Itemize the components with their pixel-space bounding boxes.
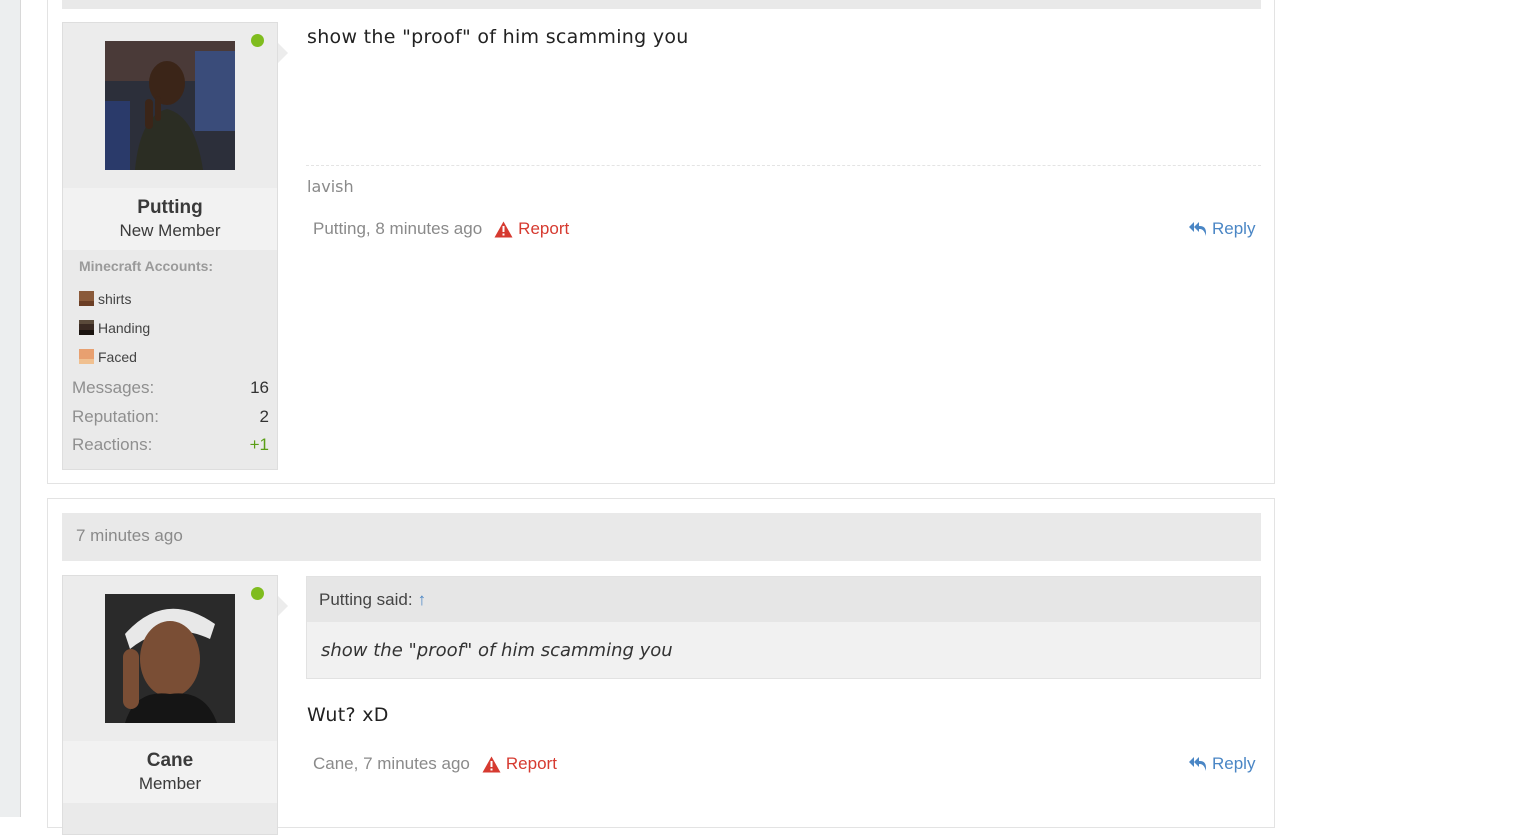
- post-meta-text[interactable]: Putting, 8 minutes ago: [313, 219, 482, 239]
- warning-icon: [482, 756, 501, 772]
- online-indicator: [251, 587, 264, 600]
- quote-text: show the "proof" of him scamming you: [321, 639, 673, 661]
- minecraft-accounts-heading: Minecraft Accounts:: [79, 258, 214, 274]
- reply-icon: [1189, 222, 1206, 236]
- stat-label: Messages:: [72, 378, 155, 398]
- quote-header: Putting said: ↑: [307, 577, 1260, 622]
- reply-icon: [1189, 757, 1206, 771]
- user-title: Member: [138, 774, 202, 793]
- reply-label: Reply: [1212, 754, 1256, 773]
- user-info: Cane Member: [63, 741, 277, 803]
- stat-value[interactable]: 16: [250, 378, 269, 398]
- minecraft-account-name: shirts: [98, 290, 132, 307]
- avatar-area: [63, 23, 277, 188]
- quote-block: Putting said: ↑ show the "proof" of him …: [306, 576, 1261, 679]
- post-2-timestamp[interactable]: 7 minutes ago: [76, 526, 183, 546]
- post-1-meta: Putting, 8 minutes ago Report: [313, 219, 569, 239]
- post-2-message: Wut? xD: [307, 704, 389, 726]
- user-extra: Minecraft Accounts: shirts Handing Faced…: [63, 250, 277, 460]
- avatar[interactable]: [105, 41, 235, 170]
- minecraft-account: shirts: [79, 284, 269, 313]
- username[interactable]: Cane: [63, 750, 277, 772]
- reply-button[interactable]: Reply: [1188, 754, 1255, 774]
- left-rail: [0, 0, 21, 817]
- stat-reactions: Reactions: +1: [72, 431, 269, 460]
- report-label: Report: [505, 754, 557, 773]
- minecraft-account-name: Faced: [98, 348, 137, 365]
- post-meta-text[interactable]: Cane, 7 minutes ago: [313, 754, 470, 774]
- post-1-top-bar: [62, 0, 1261, 9]
- user-title: New Member: [119, 221, 221, 240]
- minecraft-account: Handing: [79, 313, 269, 342]
- post-1-message: show the "proof" of him scamming you: [307, 26, 689, 48]
- report-button[interactable]: Report: [482, 754, 557, 774]
- avatar[interactable]: [105, 594, 235, 723]
- quote-author: Putting said:: [319, 589, 413, 609]
- online-indicator: [251, 34, 264, 47]
- username[interactable]: Putting: [63, 197, 277, 219]
- post-2-userbox: Cane Member: [62, 575, 288, 835]
- stat-reputation: Reputation: 2: [72, 403, 269, 432]
- minecraft-head-icon: [79, 320, 94, 335]
- minecraft-head-icon: [79, 349, 94, 364]
- stat-label: Reputation:: [72, 406, 159, 426]
- user-info: Putting New Member: [63, 188, 277, 250]
- post-2-top-bar: [62, 513, 1261, 561]
- signature-divider: [306, 165, 1261, 166]
- stat-messages: Messages: 16: [72, 374, 269, 403]
- stat-value[interactable]: +1: [250, 435, 269, 455]
- reply-label: Reply: [1212, 219, 1256, 238]
- reply-button[interactable]: Reply: [1188, 219, 1255, 239]
- jump-to-quote-icon[interactable]: ↑: [418, 590, 427, 610]
- minecraft-account-name: Handing: [98, 319, 151, 336]
- stat-label: Reactions:: [72, 435, 153, 455]
- post-1-userbox: Putting New Member Minecraft Accounts: s…: [62, 22, 288, 470]
- avatar-image-cane: [105, 594, 235, 723]
- warning-icon: [494, 221, 513, 237]
- avatar-image-putting: [105, 41, 235, 170]
- report-button[interactable]: Report: [494, 219, 569, 239]
- stat-value: 2: [259, 406, 269, 426]
- signature: lavish: [307, 177, 354, 196]
- minecraft-account: Faced: [79, 342, 269, 371]
- avatar-area: [63, 576, 277, 741]
- post-2-meta: Cane, 7 minutes ago Report: [313, 754, 557, 774]
- minecraft-head-icon: [79, 291, 94, 306]
- report-label: Report: [518, 219, 570, 238]
